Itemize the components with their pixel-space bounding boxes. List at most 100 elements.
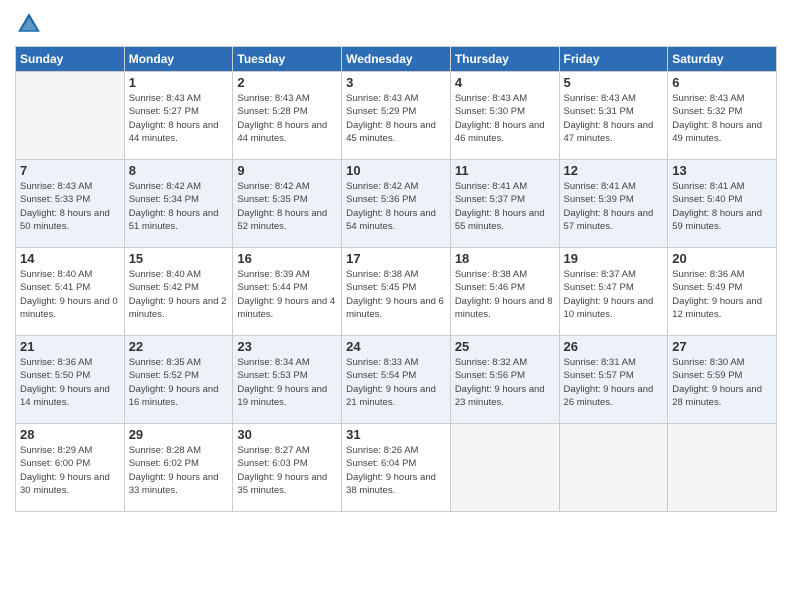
day-cell: 12Sunrise: 8:41 AMSunset: 5:39 PMDayligh…: [559, 160, 668, 248]
weekday-monday: Monday: [124, 47, 233, 72]
day-detail: Sunrise: 8:43 AMSunset: 5:30 PMDaylight:…: [455, 92, 555, 145]
day-number: 4: [455, 75, 555, 90]
day-detail: Sunrise: 8:36 AMSunset: 5:50 PMDaylight:…: [20, 356, 120, 409]
day-detail: Sunrise: 8:42 AMSunset: 5:34 PMDaylight:…: [129, 180, 229, 233]
weekday-header: SundayMondayTuesdayWednesdayThursdayFrid…: [16, 47, 777, 72]
header: [15, 10, 777, 38]
day-number: 8: [129, 163, 229, 178]
day-detail: Sunrise: 8:26 AMSunset: 6:04 PMDaylight:…: [346, 444, 446, 497]
day-detail: Sunrise: 8:42 AMSunset: 5:35 PMDaylight:…: [237, 180, 337, 233]
day-cell: 18 Sunrise: 8:38 AMSunset: 5:46 PMDayligh…: [450, 248, 559, 336]
week-row-5: 28 Sunrise: 8:29 AMSunset: 6:00 PMDayligh…: [16, 424, 777, 512]
day-cell: 3 Sunrise: 8:43 AMSunset: 5:29 PMDaylight…: [342, 72, 451, 160]
day-cell: 16Sunrise: 8:39 AMSunset: 5:44 PMDayligh…: [233, 248, 342, 336]
day-number: 20: [672, 251, 772, 266]
weekday-wednesday: Wednesday: [342, 47, 451, 72]
day-cell: [16, 72, 125, 160]
day-cell: 17 Sunrise: 8:38 AMSunset: 5:45 PMDayligh…: [342, 248, 451, 336]
logo-icon: [15, 10, 43, 38]
day-cell: 5 Sunrise: 8:43 AMSunset: 5:31 PMDaylight…: [559, 72, 668, 160]
day-number: 28: [20, 427, 120, 442]
day-detail: Sunrise: 8:42 AMSunset: 5:36 PMDaylight:…: [346, 180, 446, 233]
day-cell: 29 Sunrise: 8:28 AMSunset: 6:02 PMDayligh…: [124, 424, 233, 512]
week-row-2: 7 Sunrise: 8:43 AMSunset: 5:33 PMDaylight…: [16, 160, 777, 248]
day-number: 31: [346, 427, 446, 442]
day-detail: Sunrise: 8:37 AMSunset: 5:47 PMDaylight:…: [564, 268, 664, 321]
day-detail: Sunrise: 8:43 AMSunset: 5:33 PMDaylight:…: [20, 180, 120, 233]
day-detail: Sunrise: 8:43 AMSunset: 5:31 PMDaylight:…: [564, 92, 664, 145]
day-detail: Sunrise: 8:35 AMSunset: 5:52 PMDaylight:…: [129, 356, 229, 409]
day-number: 18: [455, 251, 555, 266]
day-number: 29: [129, 427, 229, 442]
day-cell: 14 Sunrise: 8:40 AMSunset: 5:41 PMDayligh…: [16, 248, 125, 336]
day-cell: 30Sunrise: 8:27 AMSunset: 6:03 PMDayligh…: [233, 424, 342, 512]
day-number: 15: [129, 251, 229, 266]
day-detail: Sunrise: 8:34 AMSunset: 5:53 PMDaylight:…: [237, 356, 337, 409]
day-number: 1: [129, 75, 229, 90]
day-number: 5: [564, 75, 664, 90]
day-cell: 1 Sunrise: 8:43 AMSunset: 5:27 PMDaylight…: [124, 72, 233, 160]
day-cell: 7 Sunrise: 8:43 AMSunset: 5:33 PMDaylight…: [16, 160, 125, 248]
day-cell: [559, 424, 668, 512]
day-cell: 28 Sunrise: 8:29 AMSunset: 6:00 PMDayligh…: [16, 424, 125, 512]
day-detail: Sunrise: 8:36 AMSunset: 5:49 PMDaylight:…: [672, 268, 772, 321]
weekday-saturday: Saturday: [668, 47, 777, 72]
day-detail: Sunrise: 8:41 AMSunset: 5:40 PMDaylight:…: [672, 180, 772, 233]
day-cell: 31 Sunrise: 8:26 AMSunset: 6:04 PMDayligh…: [342, 424, 451, 512]
day-detail: Sunrise: 8:43 AMSunset: 5:32 PMDaylight:…: [672, 92, 772, 145]
day-cell: 2 Sunrise: 8:43 AMSunset: 5:28 PMDaylight…: [233, 72, 342, 160]
day-detail: Sunrise: 8:29 AMSunset: 6:00 PMDaylight:…: [20, 444, 120, 497]
week-row-3: 14 Sunrise: 8:40 AMSunset: 5:41 PMDayligh…: [16, 248, 777, 336]
day-cell: [668, 424, 777, 512]
day-number: 22: [129, 339, 229, 354]
day-detail: Sunrise: 8:41 AMSunset: 5:39 PMDaylight:…: [564, 180, 664, 233]
day-detail: Sunrise: 8:33 AMSunset: 5:54 PMDaylight:…: [346, 356, 446, 409]
day-cell: 6 Sunrise: 8:43 AMSunset: 5:32 PMDaylight…: [668, 72, 777, 160]
day-number: 2: [237, 75, 337, 90]
day-number: 21: [20, 339, 120, 354]
day-cell: [450, 424, 559, 512]
day-number: 6: [672, 75, 772, 90]
day-number: 26: [564, 339, 664, 354]
day-cell: 22 Sunrise: 8:35 AMSunset: 5:52 PMDayligh…: [124, 336, 233, 424]
day-number: 7: [20, 163, 120, 178]
day-detail: Sunrise: 8:38 AMSunset: 5:45 PMDaylight:…: [346, 268, 446, 321]
day-detail: Sunrise: 8:39 AMSunset: 5:44 PMDaylight:…: [237, 268, 337, 321]
day-number: 11: [455, 163, 555, 178]
day-number: 23: [237, 339, 337, 354]
week-row-1: 1 Sunrise: 8:43 AMSunset: 5:27 PMDaylight…: [16, 72, 777, 160]
day-number: 25: [455, 339, 555, 354]
day-detail: Sunrise: 8:43 AMSunset: 5:27 PMDaylight:…: [129, 92, 229, 145]
weekday-sunday: Sunday: [16, 47, 125, 72]
day-cell: 21 Sunrise: 8:36 AMSunset: 5:50 PMDayligh…: [16, 336, 125, 424]
day-cell: 13 Sunrise: 8:41 AMSunset: 5:40 PMDayligh…: [668, 160, 777, 248]
day-number: 10: [346, 163, 446, 178]
weekday-friday: Friday: [559, 47, 668, 72]
day-number: 13: [672, 163, 772, 178]
day-cell: 9 Sunrise: 8:42 AMSunset: 5:35 PMDaylight…: [233, 160, 342, 248]
day-cell: 26Sunrise: 8:31 AMSunset: 5:57 PMDayligh…: [559, 336, 668, 424]
day-detail: Sunrise: 8:38 AMSunset: 5:46 PMDaylight:…: [455, 268, 555, 321]
weekday-thursday: Thursday: [450, 47, 559, 72]
calendar-body: 1 Sunrise: 8:43 AMSunset: 5:27 PMDaylight…: [16, 72, 777, 512]
day-detail: Sunrise: 8:43 AMSunset: 5:28 PMDaylight:…: [237, 92, 337, 145]
day-cell: 27Sunrise: 8:30 AMSunset: 5:59 PMDayligh…: [668, 336, 777, 424]
day-cell: 11Sunrise: 8:41 AMSunset: 5:37 PMDayligh…: [450, 160, 559, 248]
day-number: 9: [237, 163, 337, 178]
day-number: 14: [20, 251, 120, 266]
day-number: 30: [237, 427, 337, 442]
day-number: 3: [346, 75, 446, 90]
day-detail: Sunrise: 8:32 AMSunset: 5:56 PMDaylight:…: [455, 356, 555, 409]
week-row-4: 21 Sunrise: 8:36 AMSunset: 5:50 PMDayligh…: [16, 336, 777, 424]
day-cell: 20 Sunrise: 8:36 AMSunset: 5:49 PMDayligh…: [668, 248, 777, 336]
day-detail: Sunrise: 8:40 AMSunset: 5:41 PMDaylight:…: [20, 268, 120, 321]
day-cell: 25 Sunrise: 8:32 AMSunset: 5:56 PMDayligh…: [450, 336, 559, 424]
day-cell: 19Sunrise: 8:37 AMSunset: 5:47 PMDayligh…: [559, 248, 668, 336]
day-cell: 23 Sunrise: 8:34 AMSunset: 5:53 PMDayligh…: [233, 336, 342, 424]
day-number: 17: [346, 251, 446, 266]
day-detail: Sunrise: 8:28 AMSunset: 6:02 PMDaylight:…: [129, 444, 229, 497]
day-detail: Sunrise: 8:43 AMSunset: 5:29 PMDaylight:…: [346, 92, 446, 145]
day-number: 24: [346, 339, 446, 354]
calendar-table: SundayMondayTuesdayWednesdayThursdayFrid…: [15, 46, 777, 512]
day-cell: 8 Sunrise: 8:42 AMSunset: 5:34 PMDaylight…: [124, 160, 233, 248]
